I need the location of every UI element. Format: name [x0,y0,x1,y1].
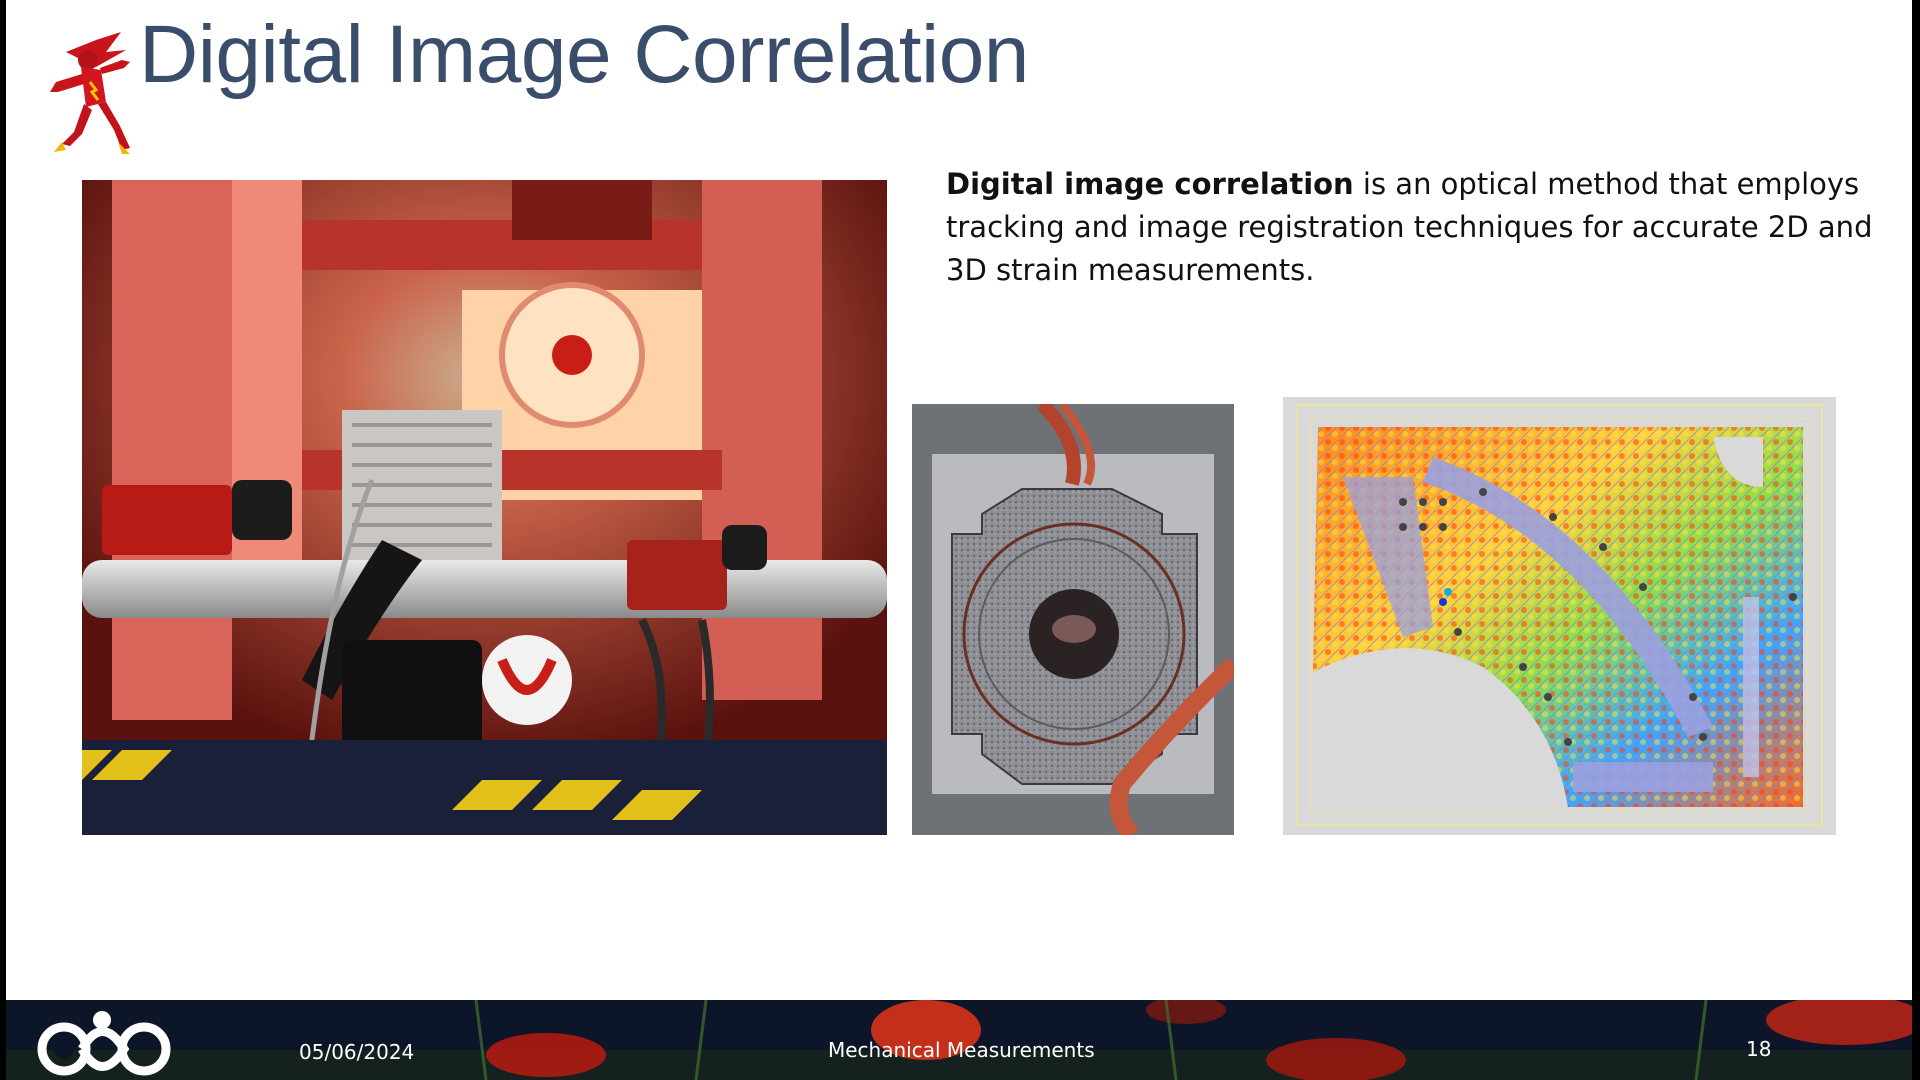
lab-test-rig-photo [82,180,887,835]
slide-footer: 05/06/2024 Mechanical Measurements 18 [6,1000,1912,1080]
strain-map-image [1283,397,1836,835]
footer-date: 05/06/2024 [299,1040,415,1064]
slide-description: Digital image correlation is an optical … [946,163,1876,292]
slide-title: Digital Image Correlation [139,9,1029,100]
flash-runner-icon [50,32,130,154]
footer-course-title: Mechanical Measurements [828,1038,1095,1062]
footer-page-number: 18 [1746,1037,1772,1061]
slide: Digital Image Correlation Digital image … [6,0,1912,1000]
description-bold: Digital image correlation [946,167,1354,201]
institute-logo-icon [37,1011,171,1076]
speckle-specimen-photo [912,404,1234,835]
